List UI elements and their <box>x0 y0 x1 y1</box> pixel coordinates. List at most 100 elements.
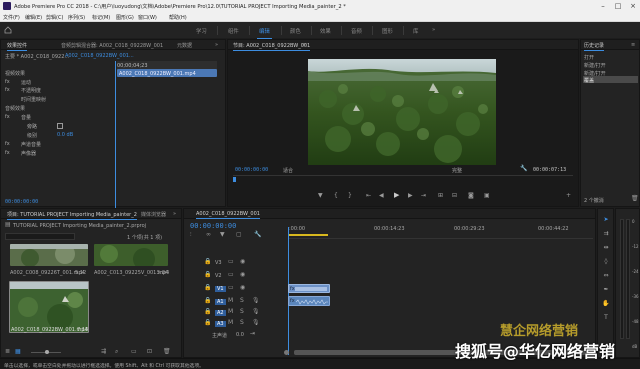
timeline-playhead-timecode[interactable]: 00:00:00:00 <box>190 222 236 230</box>
icon-view-icon[interactable]: ▦ <box>15 349 21 355</box>
menu-graphics[interactable]: 图形(G) <box>116 14 134 21</box>
effect-opacity[interactable]: 不透明度 <box>21 87 41 94</box>
project-clip-thumb[interactable] <box>94 244 168 266</box>
track-label-v3[interactable]: V3 <box>215 260 222 266</box>
solo-button[interactable]: S <box>240 320 244 326</box>
panel-overflow[interactable]: » <box>173 211 176 217</box>
track-label-a1[interactable]: A1 <box>215 299 226 305</box>
effect-channel-volume[interactable]: 声道音量 <box>21 141 41 148</box>
microphone-icon[interactable]: 🎙 <box>252 309 260 315</box>
menu-marker[interactable]: 标记(M) <box>92 14 110 21</box>
go-to-out-icon[interactable]: ⇥ <box>421 193 426 199</box>
workspace-overflow[interactable]: » <box>432 27 435 33</box>
wrench-icon[interactable]: 🔧 <box>520 166 527 172</box>
automate-icon[interactable]: ⇶ <box>101 349 106 355</box>
video-clip-v1[interactable]: fx <box>288 284 330 293</box>
effect-motion[interactable]: 运动 <box>21 79 31 86</box>
track-label-a2[interactable]: A2 <box>215 310 226 316</box>
workspace-tab-effects[interactable]: 效果 <box>320 27 331 35</box>
program-time-ruler[interactable] <box>233 175 573 182</box>
mute-button[interactable]: M <box>228 309 233 315</box>
slip-tool-icon[interactable]: ⇔ <box>602 272 610 280</box>
list-view-icon[interactable]: ≣ <box>5 349 10 355</box>
microphone-icon[interactable]: 🎙 <box>252 320 260 326</box>
tab-history[interactable]: 历史记录 <box>584 42 605 51</box>
minimize-button[interactable]: – <box>596 1 610 11</box>
mark-in-icon[interactable]: { <box>334 193 338 199</box>
effect-controls-timecode[interactable]: 00:00:00:00 <box>5 199 38 205</box>
track-label-v2[interactable]: V2 <box>215 273 222 279</box>
mute-button[interactable]: M <box>228 298 233 304</box>
go-to-in-icon[interactable]: ⇤ <box>366 193 371 199</box>
menu-clip[interactable]: 剪辑(C) <box>46 14 63 21</box>
selection-tool-icon[interactable]: ➤ <box>602 216 610 224</box>
close-button[interactable]: × <box>626 1 640 11</box>
program-resolution[interactable]: 完整 <box>452 167 462 174</box>
menu-file[interactable]: 文件(F) <box>3 14 20 21</box>
history-item[interactable]: 打开 <box>584 54 594 61</box>
history-item-selected[interactable]: 覆盖 <box>584 77 594 84</box>
audio-clip-a1[interactable]: fx <box>288 296 330 306</box>
home-icon[interactable] <box>4 26 12 34</box>
effect-panner[interactable]: 声像器 <box>21 150 36 157</box>
project-clip-thumb-selected[interactable] <box>9 281 89 333</box>
tab-metadata[interactable]: 元数据 <box>177 42 192 49</box>
add-marker-icon[interactable]: ▼ <box>220 232 225 238</box>
pen-tool-icon[interactable]: ✒ <box>602 286 610 294</box>
step-back-icon[interactable]: ◀ <box>379 193 384 199</box>
workspace-tab-learn[interactable]: 学习 <box>196 27 207 35</box>
tab-audio-clip-mixer[interactable]: 音频剪辑混合器: A002_C018_09228W_001 <box>61 42 163 49</box>
effect-time-remap[interactable]: 时间重映射 <box>21 96 46 103</box>
trash-icon[interactable]: 🗑 <box>631 196 639 202</box>
panel-overflow[interactable]: » <box>215 42 218 48</box>
menu-window[interactable]: 窗口(W) <box>138 14 157 21</box>
mark-out-icon[interactable]: } <box>348 193 352 199</box>
ripple-edit-tool-icon[interactable]: ⇹ <box>602 244 610 252</box>
source-selector[interactable]: 主要 * A002_C018_0922... <box>5 53 69 60</box>
type-tool-icon[interactable]: T <box>602 314 610 322</box>
timeline-ruler[interactable]: :00:00 00:00:14:23 00:00:29:23 00:00:44:… <box>288 223 593 239</box>
workspace-tab-libraries[interactable]: 库 <box>413 27 418 35</box>
lift-icon[interactable]: ⊞ <box>438 193 443 199</box>
workspace-tab-audio[interactable]: 音频 <box>351 27 362 35</box>
track-label-v1[interactable]: V1 <box>215 286 226 292</box>
clip-selector[interactable]: A002_C018_0922BW_001... <box>65 53 134 59</box>
tab-effect-controls[interactable]: 效果控件 <box>7 42 28 51</box>
camera-icon[interactable]: ◙ <box>468 193 474 199</box>
menu-edit[interactable]: 编辑(E) <box>25 14 42 21</box>
tab-program-monitor[interactable]: 节目: A002_C018_0922BW_001 <box>233 42 311 51</box>
new-bin-icon[interactable]: ▭ <box>131 349 137 355</box>
razor-tool-icon[interactable]: ◊ <box>602 258 610 266</box>
solo-button[interactable]: S <box>240 298 244 304</box>
history-menu-icon[interactable]: ≡ <box>631 42 635 48</box>
bypass-checkbox[interactable] <box>57 123 63 129</box>
add-button-icon[interactable]: + <box>566 193 571 199</box>
eye-icon[interactable]: ◉ <box>240 285 245 291</box>
program-zoom-fit[interactable]: 适合 <box>283 167 293 174</box>
play-icon[interactable]: ▶ <box>394 192 399 199</box>
workspace-tab-editing[interactable]: 编辑 <box>257 27 272 39</box>
step-forward-icon[interactable]: ▶ <box>408 193 413 199</box>
work-area-bar[interactable] <box>288 234 328 236</box>
scroll-handle-left[interactable] <box>284 350 289 355</box>
history-item[interactable]: 新建/打开 <box>584 62 606 69</box>
solo-button[interactable]: S <box>240 309 244 315</box>
maximize-button[interactable]: □ <box>611 1 625 11</box>
go-to-end-icon[interactable]: ⇥ <box>250 331 255 337</box>
wrench-icon[interactable]: 🔧 <box>254 232 261 238</box>
master-track-value[interactable]: 0.0 <box>236 332 244 338</box>
track-label-a3[interactable]: A3 <box>215 321 226 327</box>
mini-clip-bar[interactable]: A002_C018_0922BW_001.mp4 <box>117 69 217 77</box>
linked-selection-icon[interactable]: ∞ <box>206 232 211 238</box>
menu-sequence[interactable]: 序列(S) <box>68 14 85 21</box>
new-item-icon[interactable]: ⊡ <box>147 349 152 355</box>
captions-icon[interactable]: ▢ <box>236 232 242 238</box>
hand-tool-icon[interactable]: ✋ <box>602 300 610 308</box>
search-icon[interactable]: ⌕ <box>115 349 118 355</box>
project-search-input[interactable] <box>5 233 75 240</box>
track-select-tool-icon[interactable]: ⇉ <box>602 230 610 238</box>
workspace-tab-assembly[interactable]: 组件 <box>228 27 239 35</box>
effect-volume[interactable]: 音量 <box>21 114 31 121</box>
extract-icon[interactable]: ⊟ <box>452 193 457 199</box>
tab-sequence[interactable]: A002_C018_0922BW_001 <box>196 211 260 219</box>
